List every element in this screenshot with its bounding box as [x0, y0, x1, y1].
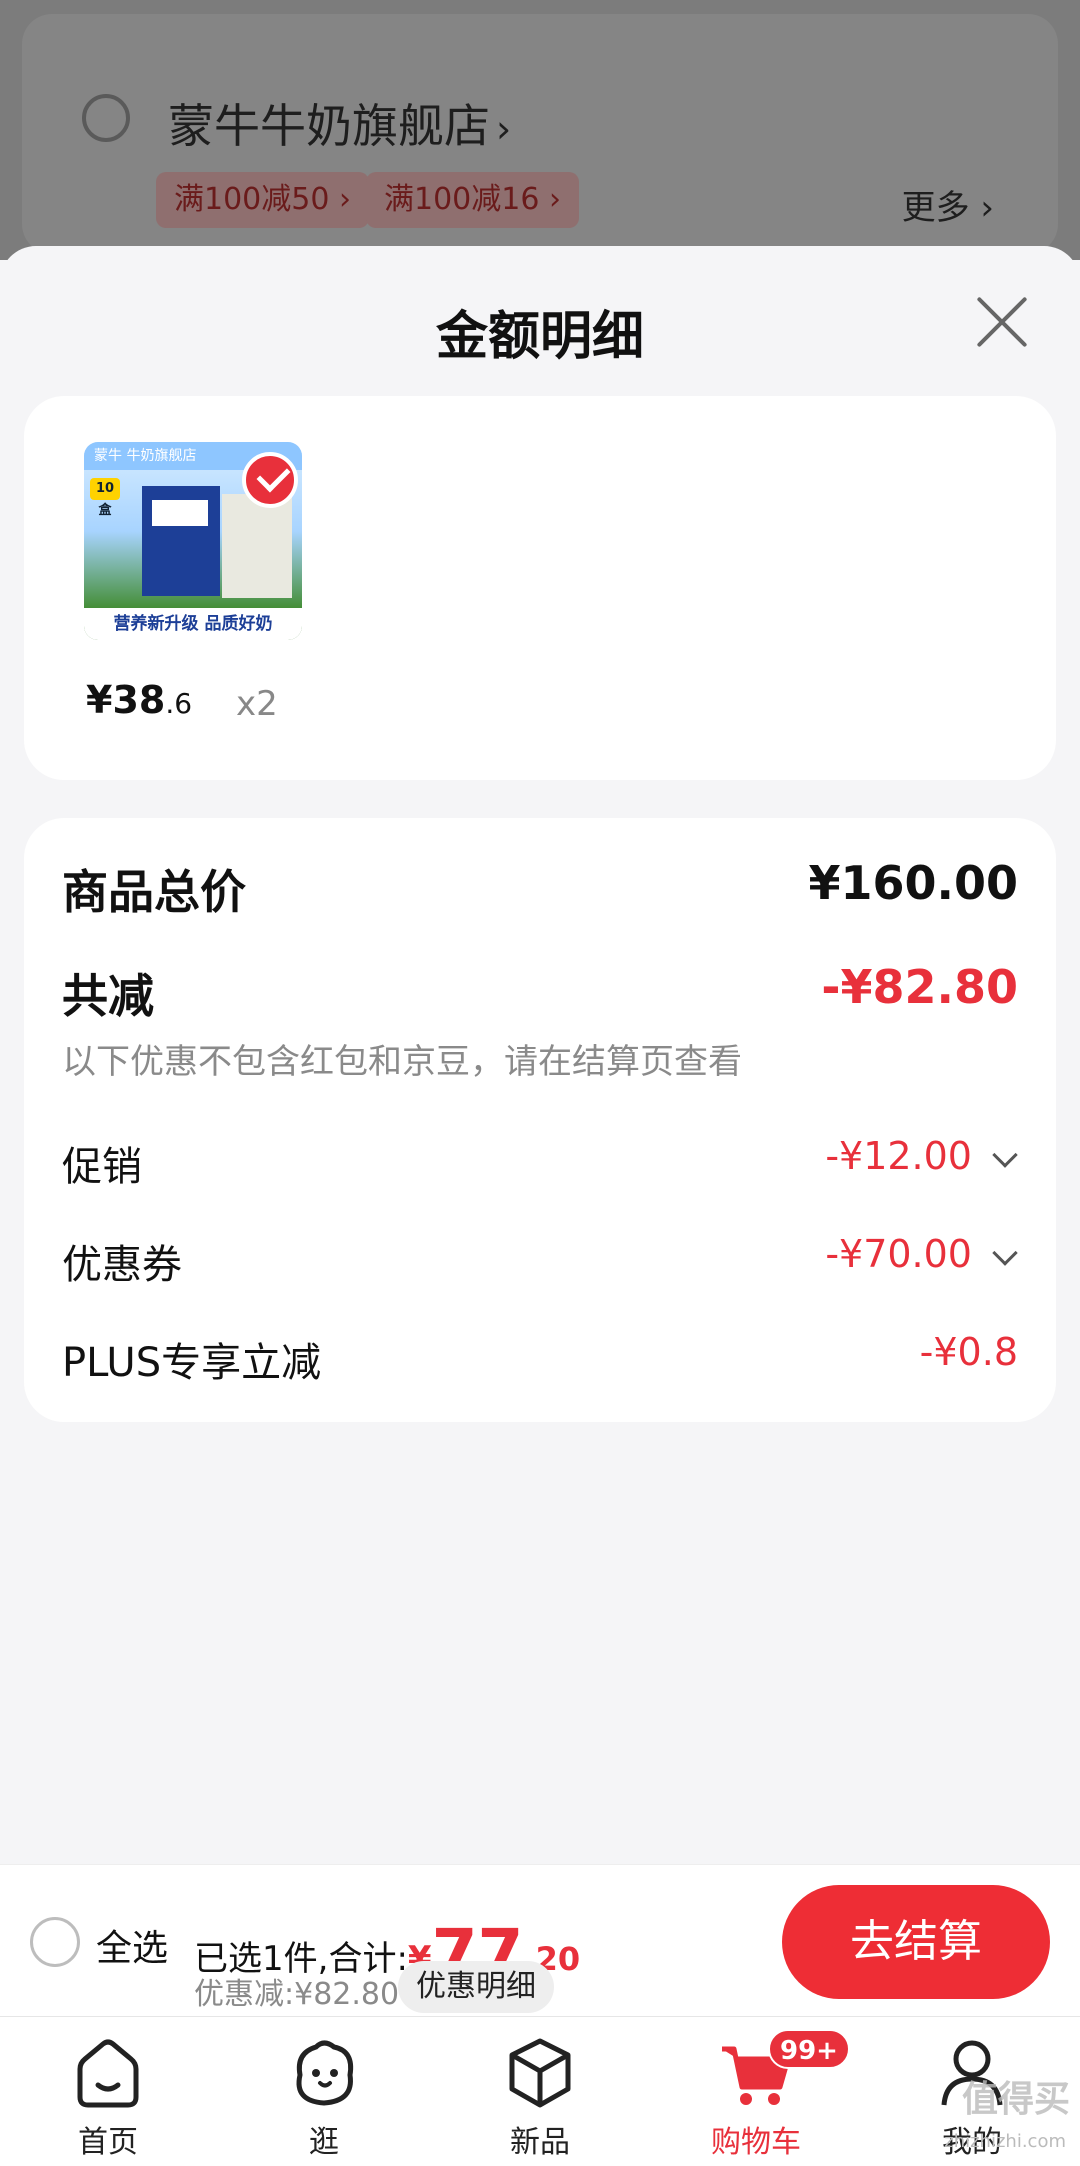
coupon-value: -¥70.00 — [825, 1232, 972, 1276]
product-card: 蒙牛 牛奶旗舰店 10盒 营养新升级 品质好奶 ¥38.6 x2 — [24, 396, 1056, 780]
more-link[interactable]: 更多 › — [902, 180, 994, 229]
close-icon[interactable] — [974, 294, 1030, 350]
plus-label: PLUS专享立减 — [62, 1340, 322, 1386]
watermark-url: zhizhizhi.com — [944, 2131, 1066, 2152]
bottom-tab-bar: 首页 逛 新品 99+ 购物车 我的 值得买 zhizhizhi.com — [0, 2016, 1080, 2166]
promo-tag[interactable]: 满100减50 › — [156, 172, 369, 228]
chevron-down-icon[interactable] — [992, 1240, 1018, 1266]
plus-value: -¥0.8 — [919, 1330, 1018, 1374]
milk-box-graphic — [142, 486, 220, 596]
milk-carton-graphic — [222, 494, 292, 598]
shop-select-radio[interactable] — [82, 94, 130, 142]
discount-note: 以下优惠不包含红包和京豆，请在结算页查看 — [62, 1042, 742, 1082]
tab-stroll-label: 逛 — [309, 2125, 339, 2160]
image-count-badge: 10盒 — [90, 478, 120, 518]
promo-label: 促销 — [62, 1144, 142, 1190]
total-label: 商品总价 — [62, 865, 246, 919]
product-image[interactable]: 蒙牛 牛奶旗舰店 10盒 营养新升级 品质好奶 — [84, 442, 302, 640]
product-quantity: x2 — [236, 684, 278, 724]
reduce-label: 共减 — [62, 969, 154, 1023]
chevron-down-icon[interactable] — [992, 1142, 1018, 1168]
checkout-bar: 全选 已选1件,合计:¥77.20 优惠减:¥82.80 优惠明细 去结算 — [0, 1864, 1080, 2016]
coupon-row[interactable]: 优惠券 -¥70.00 — [62, 1232, 1018, 1292]
summary-card: 商品总价 ¥160.00 共减 -¥82.80 以下优惠不包含红包和京豆，请在结… — [24, 818, 1056, 1422]
tab-new-label: 新品 — [510, 2125, 570, 2160]
tab-home-label: 首页 — [78, 2125, 138, 2160]
image-caption: 营养新升级 品质好奶 — [84, 608, 302, 640]
total-value: ¥160.00 — [808, 856, 1018, 910]
tab-new[interactable]: 新品 — [480, 2035, 600, 2160]
checkout-button[interactable]: 去结算 — [782, 1885, 1050, 1999]
promo-tag[interactable]: 满100减16 › — [366, 172, 579, 228]
shop-card: 蒙牛牛奶旗舰店 › 满100减50 › 满100减16 › 更多 › — [22, 14, 1058, 254]
promo-row[interactable]: 促销 -¥12.00 — [62, 1134, 1018, 1194]
shop-name[interactable]: 蒙牛牛奶旗舰店 › — [168, 90, 511, 156]
check-icon — [242, 452, 298, 508]
select-all-radio[interactable] — [30, 1917, 80, 1967]
background-overlay: 蒙牛牛奶旗舰店 › 满100减50 › 满100减16 › 更多 › — [0, 0, 1080, 260]
reduce-value: -¥82.80 — [821, 960, 1018, 1014]
shop-arrow-icon: › — [496, 107, 512, 151]
tab-stroll[interactable]: 逛 — [264, 2035, 384, 2160]
total-row: 商品总价 ¥160.00 — [62, 856, 1018, 919]
cart-count-badge: 99+ — [768, 2029, 850, 2069]
discount-detail-button[interactable]: 优惠明细 — [398, 1961, 554, 2013]
cube-icon — [509, 2038, 571, 2108]
select-all-label[interactable]: 全选 — [96, 1919, 168, 1971]
reduce-row: 共减 -¥82.80 — [62, 960, 1018, 1023]
home-icon — [77, 2039, 139, 2108]
promo-value: -¥12.00 — [825, 1134, 972, 1178]
tab-home[interactable]: 首页 — [48, 2035, 168, 2160]
discount-amount: 优惠减:¥82.80 — [194, 1977, 400, 2012]
sheet-title: 金额明细 — [435, 307, 644, 367]
tab-cart[interactable]: 99+ 购物车 — [696, 2029, 850, 2160]
product-price: ¥38.6 — [86, 678, 193, 722]
tab-cart-label: 购物车 — [711, 2125, 801, 2160]
coupon-label: 优惠券 — [62, 1242, 182, 1288]
watermark: 值得买 — [961, 2079, 1070, 2120]
stroll-face-icon — [296, 2040, 354, 2106]
plus-row: PLUS专享立减 -¥0.8 — [62, 1330, 1018, 1390]
